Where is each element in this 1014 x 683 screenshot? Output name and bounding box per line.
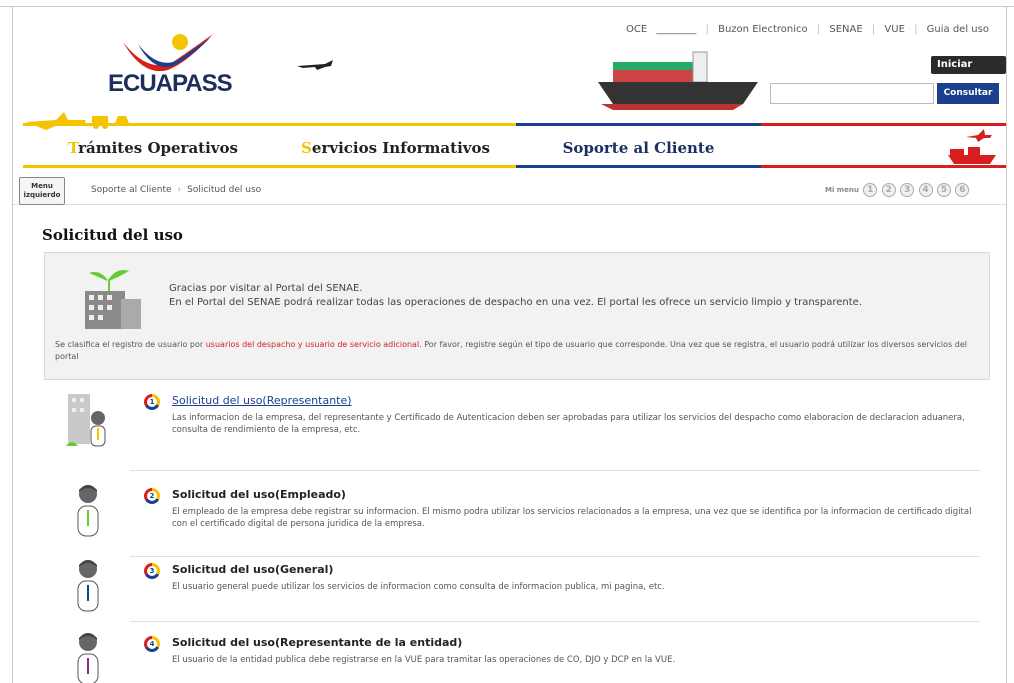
- divider: [130, 470, 980, 471]
- logo-text: ECUAPASS: [108, 70, 233, 97]
- site-header: ECUAPASS OCE ________ | Buzon Electronic…: [13, 8, 1006, 130]
- nav-soporte-al-cliente[interactable]: Soporte al Cliente: [516, 123, 761, 168]
- search-input[interactable]: [770, 83, 934, 104]
- list-item: 2 Solicitud del uso(Empleado) El emplead…: [50, 485, 985, 560]
- breadcrumb: Soporte al Cliente › Solicitud del uso: [91, 185, 261, 195]
- breadcrumb-bar: Menu izquierdo Soporte al Cliente › Solici…: [13, 173, 1006, 205]
- item-title-link[interactable]: Solicitud del uso(Representante): [172, 394, 352, 407]
- item-description: El empleado de la empresa debe registrar…: [172, 507, 972, 529]
- mi-menu-shortcut-6[interactable]: 6: [955, 183, 970, 197]
- item-number-badge: 1: [144, 394, 160, 410]
- divider: [130, 621, 980, 622]
- item-title-link[interactable]: Solicitud del uso(Empleado): [172, 488, 346, 501]
- mi-menu-shortcut-2[interactable]: 2: [881, 183, 896, 197]
- nav-first-letter: T: [68, 139, 79, 157]
- oce-link[interactable]: OCE: [626, 24, 647, 35]
- info-note-highlight: usuarios del despacho y usuario de servi…: [205, 340, 420, 349]
- info-box: Gracias por visitar al Portal del SENAE.…: [44, 252, 990, 380]
- nav-label: rámites Operativos: [78, 139, 238, 157]
- buzon-link[interactable]: Buzon Electronico: [718, 24, 808, 35]
- breadcrumb-item[interactable]: Soporte al Cliente: [91, 185, 172, 195]
- page-title: Solicitud del uso: [42, 226, 183, 244]
- cargo-ship-illustration: [598, 51, 758, 110]
- mi-menu-shortcut-5[interactable]: 5: [937, 183, 951, 197]
- info-note: Se clasifica el registro de usuario por …: [55, 339, 985, 363]
- item-description: Las informacion de la empresa, del repre…: [172, 413, 965, 435]
- red-ship-plane-icon: [948, 129, 996, 164]
- separator: |: [705, 24, 709, 35]
- airplane-icon: [297, 60, 333, 70]
- separator: |: [914, 24, 918, 35]
- frame-right-border: [1006, 7, 1007, 683]
- info-description: En el Portal del SENAE podrá realizar to…: [169, 297, 862, 308]
- logo-swoosh-icon: [123, 34, 213, 72]
- mi-menu-label: Mi menu: [825, 186, 859, 194]
- item-number-badge: 3: [144, 563, 160, 579]
- ecuapass-logo[interactable]: ECUAPASS: [108, 32, 248, 102]
- nav-red-section: [761, 123, 1006, 168]
- guia-link[interactable]: Guia del uso: [927, 24, 989, 35]
- separator: |: [871, 24, 876, 35]
- list-item: 1 Solicitud del uso(Representante) Las i…: [50, 394, 985, 471]
- item-number-badge: 4: [144, 636, 160, 652]
- item-description: El usuario general puede utilizar los se…: [172, 582, 665, 592]
- menu-izquierdo-button[interactable]: Menu izquierdo: [19, 177, 65, 205]
- nav-servicios-informativos[interactable]: Servicios Informativos: [273, 123, 518, 168]
- nav-tramites-operativos[interactable]: Trámites Operativos: [23, 123, 283, 168]
- item-number-badge: 2: [144, 488, 160, 504]
- item-description: El usuario de la entidad publica debe re…: [172, 655, 676, 665]
- oce-blank: ________: [656, 24, 697, 35]
- mi-menu-shortcut-3[interactable]: 3: [900, 183, 915, 197]
- info-note-text: Se clasifica el registro de usuario por: [55, 340, 206, 349]
- search-button[interactable]: Consultar: [937, 83, 999, 104]
- chevron-right-icon: ›: [177, 185, 182, 195]
- user-icon: [77, 560, 99, 612]
- mi-menu-shortcut-1[interactable]: 1: [863, 183, 878, 197]
- vue-link[interactable]: VUE: [884, 24, 904, 35]
- main-nav: Trámites Operativos Servicios Informativ…: [13, 123, 1006, 168]
- top-links: OCE ________ | Buzon Electronico | SENAE…: [623, 24, 992, 35]
- user-icon: [77, 485, 99, 537]
- mi-menu: Mi menu 1 2 3 4 5 6: [825, 183, 970, 197]
- item-title-link[interactable]: Solicitud del uso(Representante de la en…: [172, 636, 462, 649]
- mi-menu-shortcut-4[interactable]: 4: [918, 183, 933, 197]
- divider: [130, 556, 980, 557]
- login-button[interactable]: Iniciar sesión: [931, 56, 1006, 88]
- info-welcome: Gracias por visitar al Portal del SENAE.: [169, 283, 363, 294]
- item-title-link[interactable]: Solicitud del uso(General): [172, 563, 333, 576]
- building-sprout-icon: [85, 270, 141, 329]
- senae-link[interactable]: SENAE: [829, 24, 862, 35]
- list-item: 3 Solicitud del uso(General) El usuario …: [50, 560, 985, 623]
- nav-first-letter: S: [301, 139, 312, 157]
- browser-frame-top: [0, 0, 1014, 7]
- user-icon: [77, 633, 99, 683]
- nav-label: ervicios Informativos: [311, 139, 490, 157]
- page: ECUAPASS OCE ________ | Buzon Electronic…: [0, 0, 1014, 683]
- building-user-icon: [66, 394, 106, 447]
- breadcrumb-item[interactable]: Solicitud del uso: [187, 185, 261, 195]
- separator: |: [816, 24, 821, 35]
- list-item: 4 Solicitud del uso(Representante de la …: [50, 633, 985, 683]
